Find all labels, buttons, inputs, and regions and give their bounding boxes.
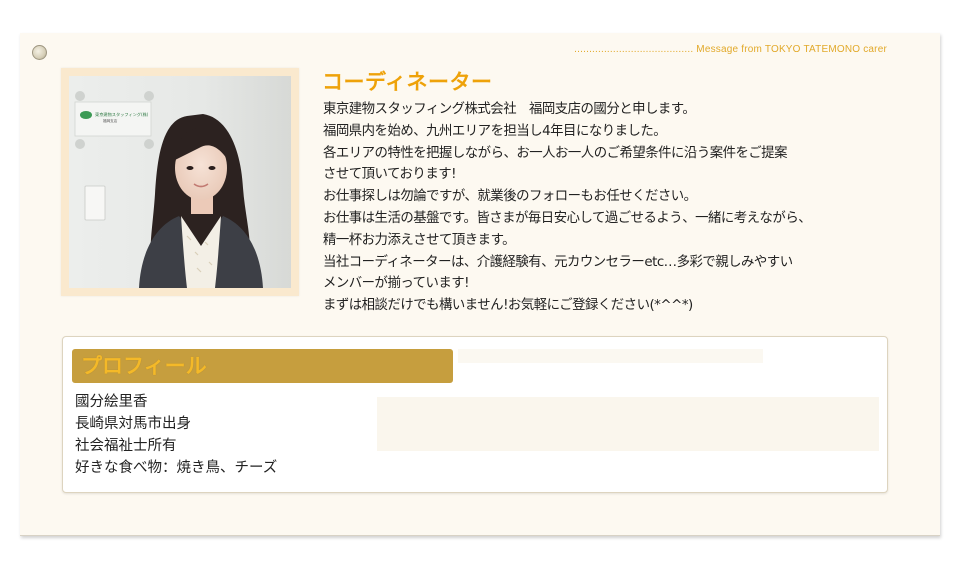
photo-frame: 東京建物スタッフィング(株) 福岡支店 (61, 68, 299, 296)
profile-box: プロフィール 國分絵里香 長崎県対馬市出身 社会福祉士所有 好きな食べ物：焼き鳥… (62, 336, 888, 493)
message-line: お仕事探しは勿論ですが、就業後のフォローもお任せください。 (323, 189, 697, 205)
tagline: ........................................… (574, 44, 887, 55)
sign-text-company: 東京建物スタッフィング(株) (95, 111, 149, 118)
profile-favorite-food: 好きな食べ物：焼き鳥、チーズ (75, 460, 278, 476)
profile-hometown: 長崎県対馬市出身 (75, 416, 191, 432)
message-line: させて頂いております! (323, 167, 456, 183)
profile-side-panel (377, 397, 879, 451)
person-photo-illustration: 東京建物スタッフィング(株) 福岡支店 (69, 76, 291, 288)
sign-mount-icon (144, 91, 154, 101)
company-logo-icon (80, 111, 92, 119)
profile-title-fade (458, 349, 763, 363)
coordinator-message: 東京建物スタッフィング株式会社 福岡支店の國分と申します。 福岡県内を始め、九州… (323, 99, 893, 317)
sign-text-branch: 福岡支店 (103, 118, 118, 123)
sign-mount-icon (75, 139, 85, 149)
message-line: メンバーが揃っています! (323, 276, 470, 292)
message-line: 東京建物スタッフィング株式会社 福岡支店の國分と申します。 (323, 102, 696, 117)
message-line: 各エリアの特性を把握しながら、お一人お一人のご希望条件に沿う案件をご提案 (323, 145, 788, 161)
message-card: ........................................… (20, 33, 940, 536)
message-line: 当社コーディネーターは、介護経験有、元カウンセラーetc…多彩で親しみやすい (323, 254, 793, 270)
profile-name: 國分絵里香 (75, 394, 148, 410)
sign-mount-icon (75, 91, 85, 101)
sign-mount-icon (144, 139, 154, 149)
profile-qualification: 社会福祉士所有 (75, 438, 177, 454)
message-line: まずは相談だけでも構いません!お気軽にご登録ください(*^^*) (323, 298, 693, 314)
coordinator-photo: 東京建物スタッフィング(株) 福岡支店 (69, 76, 291, 288)
coordinator-heading: コーディネーター (322, 70, 493, 94)
wall-switch (84, 185, 106, 221)
profile-title: プロフィール (72, 349, 453, 383)
message-line: 精一杯お力添えさせて頂きます。 (323, 232, 516, 248)
message-line: 福岡県内を始め、九州エリアを担当し4年目になりました。 (323, 123, 667, 139)
profile-details: 國分絵里香 長崎県対馬市出身 社会福祉士所有 好きな食べ物：焼き鳥、チーズ (75, 391, 277, 479)
pin-icon (32, 45, 47, 60)
message-line: お仕事は生活の基盤です。皆さまが毎日安心して過ごせるよう、一緒に考えながら、 (323, 210, 812, 226)
